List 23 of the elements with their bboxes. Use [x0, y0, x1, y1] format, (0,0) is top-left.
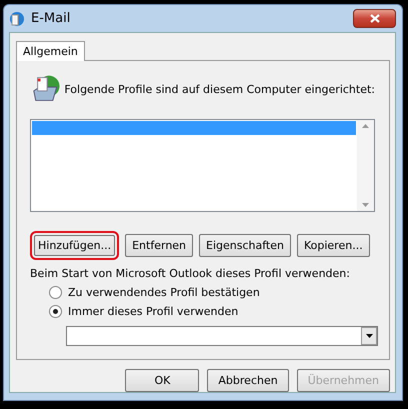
- caret-icon: [366, 334, 372, 338]
- scroll-down-icon: [362, 203, 369, 207]
- radio-label: Immer dieses Profil verwenden: [68, 305, 238, 318]
- profile-list[interactable]: [30, 119, 375, 212]
- dialog-button[interactable]: Abbrechen: [207, 369, 289, 392]
- window-title: E-Mail: [31, 11, 72, 26]
- radio-label: Zu verwendendes Profil bestätigen: [68, 286, 260, 299]
- profile-button[interactable]: Kopieren...: [296, 234, 370, 257]
- intro-text: Folgende Profile sind auf diesem Computer eingerichtet:: [64, 82, 375, 96]
- close-icon: [370, 14, 380, 23]
- dropdown-button[interactable]: [361, 327, 377, 345]
- radio-button[interactable]: [49, 305, 62, 318]
- radio-button[interactable]: [49, 286, 62, 299]
- radio-dot-icon: [53, 309, 58, 314]
- tab[interactable]: Allgemein: [16, 41, 85, 61]
- profile-dropdown[interactable]: [66, 326, 378, 346]
- profile-button[interactable]: Eigenschaften: [199, 234, 291, 257]
- dialog-button[interactable]: OK: [125, 369, 200, 392]
- profile-button[interactable]: Entfernen: [125, 234, 194, 257]
- startup-label: Beim Start von Microsoft Outlook dieses Profil verwenden:: [30, 267, 351, 280]
- profile-button[interactable]: Hinzufügen...: [30, 231, 120, 260]
- close-button[interactable]: [353, 9, 396, 28]
- scroll-up-icon: [362, 124, 369, 128]
